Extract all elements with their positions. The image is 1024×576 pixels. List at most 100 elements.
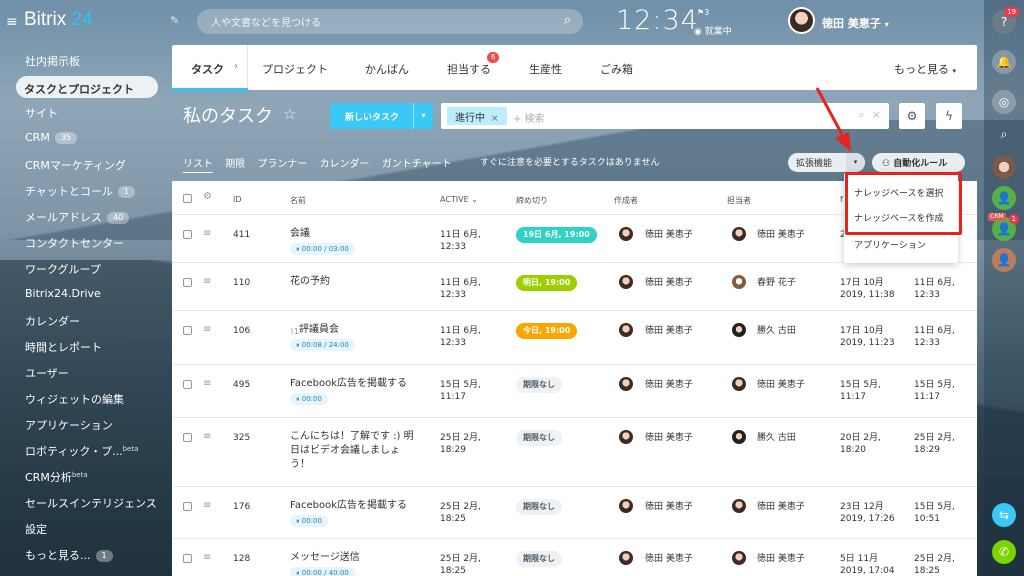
row-checkbox[interactable]: [183, 230, 192, 239]
tab-assigned[interactable]: 担当する 6: [447, 52, 500, 77]
clock[interactable]: 12:34: [616, 5, 699, 36]
col-name[interactable]: 名前: [290, 195, 306, 206]
row-checkbox[interactable]: [183, 554, 192, 563]
task-name[interactable]: 評議員会: [299, 324, 339, 335]
row-checkbox[interactable]: [183, 380, 192, 389]
assignee-name[interactable]: 徳田 美恵子: [757, 379, 805, 391]
view-planner[interactable]: プランナー: [257, 159, 307, 170]
deadline-badge[interactable]: 19日 6月, 19:00: [516, 227, 597, 243]
table-row[interactable]: ≡ 176 Facebook広告を掲載する ⏸ 00:00 25日 2月, 18:25 期…: [172, 487, 977, 539]
deadline-badge[interactable]: 期限なし: [516, 377, 562, 393]
col-deadline[interactable]: 締め切り: [516, 195, 548, 206]
col-active[interactable]: ACTIVE ⌄: [440, 195, 478, 204]
row-checkbox[interactable]: [183, 502, 192, 511]
sidebar-item[interactable]: チャットとコール 1: [0, 178, 168, 204]
bell-icon[interactable]: 🔔: [992, 50, 1016, 74]
creator-name[interactable]: 徳田 美恵子: [645, 553, 693, 565]
deadline-badge[interactable]: 今日, 19:00: [516, 323, 578, 339]
table-row[interactable]: ≡ 128 メッセージ送信 ⏸ 00:00 / 40:00 25日 2月, 18:25 期…: [172, 539, 977, 576]
tab-more[interactable]: もっと見る ▾: [894, 61, 956, 77]
sidebar-item[interactable]: ウィジェットの編集: [0, 386, 168, 412]
menu-icon[interactable]: ≡: [6, 14, 18, 30]
sidebar-item[interactable]: コンタクトセンター: [0, 230, 168, 256]
group-avatar[interactable]: [992, 155, 1016, 179]
tab-projects[interactable]: プロジェクト: [262, 61, 328, 77]
tab-trash[interactable]: ごみ箱: [600, 61, 633, 77]
creator-name[interactable]: 徳田 美恵子: [645, 432, 693, 444]
sidebar-item[interactable]: Bitrix24.Drive: [0, 282, 168, 308]
chevron-down-icon[interactable]: ▾: [413, 103, 433, 129]
select-all-checkbox[interactable]: [183, 194, 192, 203]
work-status[interactable]: ◉ 就業中: [694, 24, 732, 37]
avatar[interactable]: [788, 7, 815, 34]
table-row[interactable]: ≡ 495 Facebook広告を掲載する ⏸ 00:00 15日 5月, 11:17 期…: [172, 365, 977, 418]
col-assignee[interactable]: 担当者: [727, 195, 751, 206]
col-7[interactable]: f: [840, 195, 843, 204]
gear-icon[interactable]: ⚙: [203, 191, 212, 202]
view-list[interactable]: リスト: [183, 159, 213, 173]
sidebar-item[interactable]: カレンダー: [0, 308, 168, 334]
view-deadline[interactable]: 期限: [225, 159, 245, 170]
sidebar-item[interactable]: メールアドレス 40: [0, 204, 168, 230]
sidebar-item[interactable]: タスクとプロジェクト: [16, 76, 158, 98]
deadline-badge[interactable]: 期限なし: [516, 499, 562, 515]
sidebar-item[interactable]: もっと見る... 1: [0, 542, 168, 568]
help-button[interactable]: ? 19: [992, 7, 1019, 34]
deadline-badge[interactable]: 期限なし: [516, 430, 562, 446]
timer-badge[interactable]: ⏸ 00:00 / 03:00: [290, 243, 355, 255]
creator-name[interactable]: 徳田 美恵子: [645, 229, 693, 241]
view-calendar[interactable]: カレンダー: [320, 159, 370, 170]
phone-icon[interactable]: ✆: [992, 540, 1016, 564]
new-task-button[interactable]: 新しいタスク ▾: [330, 103, 433, 129]
search-input[interactable]: 人や文書などを見つける ⌕: [197, 9, 583, 34]
tab-tasks[interactable]: タスク: [191, 61, 224, 77]
drag-handle-icon[interactable]: ≡: [203, 228, 211, 239]
timer-badge[interactable]: ⏸ 00:00: [290, 393, 328, 405]
drag-handle-icon[interactable]: ≡: [203, 500, 211, 511]
task-name[interactable]: Facebook広告を掲載する: [290, 500, 407, 511]
drag-handle-icon[interactable]: ≡: [203, 552, 211, 563]
assignee-name[interactable]: 徳田 美恵子: [757, 501, 805, 513]
attachment-icon[interactable]: ⌇1: [290, 326, 299, 338]
sidebar-item[interactable]: 社内掲示板: [0, 48, 168, 74]
drag-handle-icon[interactable]: ≡: [203, 378, 211, 389]
drag-handle-icon[interactable]: ≡: [203, 324, 211, 335]
timer-badge[interactable]: ⏸ 00:00: [290, 515, 328, 527]
row-checkbox[interactable]: [183, 433, 192, 442]
assignee-name[interactable]: 徳田 美恵子: [757, 553, 805, 565]
table-row[interactable]: ≡ 106 評議員会 ⌇1 ⏸ 00:08 / 24:00 11日 6月, 12:33 今…: [172, 311, 977, 365]
sidebar-item[interactable]: 時間とレポート: [0, 334, 168, 360]
close-icon[interactable]: ×: [491, 114, 499, 124]
filter-chip[interactable]: 進行中 ×: [447, 107, 507, 125]
logo[interactable]: Bitrix 24: [24, 9, 93, 31]
user-green-icon[interactable]: 👤: [992, 186, 1016, 210]
sidebar-item[interactable]: CRM分析beta: [0, 464, 168, 490]
sidebar-item[interactable]: セールスインテリジェンス: [0, 490, 168, 516]
task-name[interactable]: こんにちは！了解です :) 明 日はビデオ会議しましょ う！: [290, 431, 414, 470]
automation-button[interactable]: ⚇ 自動化ルール: [872, 153, 965, 172]
crm-user2-icon[interactable]: 👤: [992, 248, 1016, 272]
assignee-name[interactable]: 勝久 古田: [757, 432, 796, 444]
gear-icon[interactable]: ⚙: [899, 103, 925, 129]
star-icon[interactable]: ☆: [283, 105, 296, 123]
table-row[interactable]: ≡ 325 こんにちは！了解です :) 明 日はビデオ会議しましょ う！ 25日 2月…: [172, 418, 977, 487]
col-id[interactable]: ID: [233, 195, 242, 204]
task-name[interactable]: メッセージ送信: [290, 552, 360, 563]
drag-handle-icon[interactable]: ≡: [203, 431, 211, 442]
sidebar-item[interactable]: アプリケーション: [0, 412, 168, 438]
chat-icon[interactable]: ◎: [992, 90, 1016, 114]
creator-name[interactable]: 徳田 美恵子: [645, 501, 693, 513]
lightning-icon[interactable]: ϟ: [936, 103, 962, 129]
crm-user-icon[interactable]: 👤 1 CRM: [988, 213, 1019, 241]
creator-name[interactable]: 徳田 美恵子: [645, 379, 693, 391]
row-checkbox[interactable]: [183, 326, 192, 335]
search-icon[interactable]: ⌕: [859, 108, 865, 121]
search-icon[interactable]: ⌕: [564, 13, 571, 28]
task-name[interactable]: 会議: [290, 228, 310, 239]
creator-name[interactable]: 徳田 美恵子: [645, 277, 693, 289]
task-name[interactable]: 花の予約: [290, 276, 330, 287]
timer-badge[interactable]: ⏸ 00:00 / 40:00: [290, 567, 355, 576]
deadline-badge[interactable]: 期限なし: [516, 551, 562, 567]
row-checkbox[interactable]: [183, 278, 192, 287]
sidebar-item[interactable]: サイト: [0, 100, 168, 126]
